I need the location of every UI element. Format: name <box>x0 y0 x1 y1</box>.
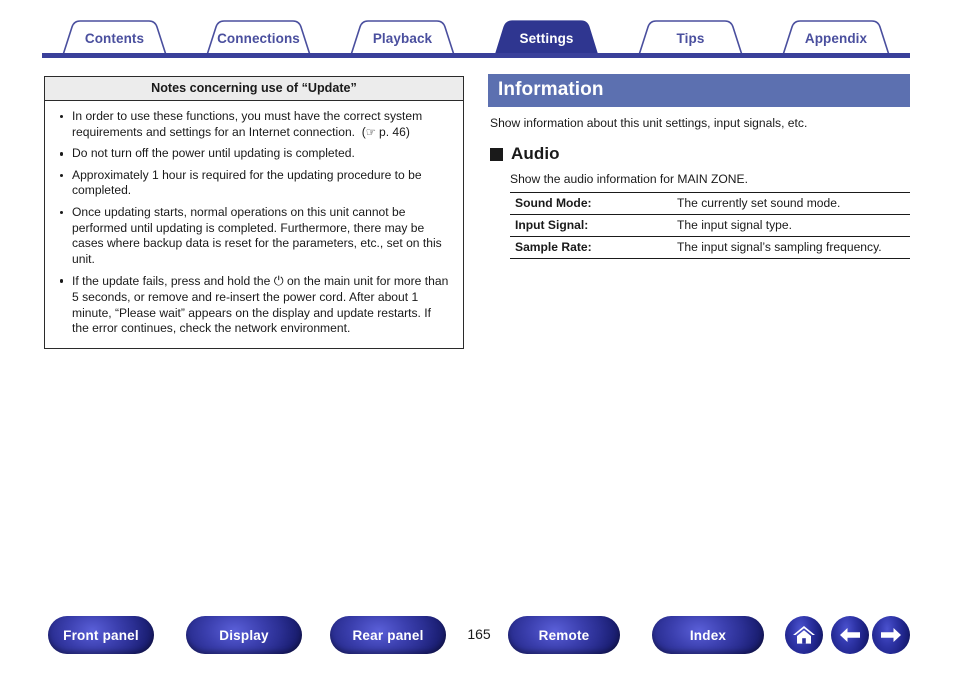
back-button[interactable] <box>831 616 869 654</box>
tab-tips[interactable]: Tips <box>618 20 763 56</box>
audio-subsection-title: Audio <box>511 144 560 163</box>
rear-panel-button[interactable]: Rear panel <box>330 616 446 654</box>
page-ref-label: p. 46 <box>378 124 406 139</box>
page-number: 165 <box>467 626 491 642</box>
home-icon <box>793 626 815 644</box>
index-button[interactable]: Index <box>652 616 764 654</box>
list-item: Once updating starts, normal operations … <box>57 205 451 267</box>
note-text: Do not turn off the power until updating… <box>72 146 355 161</box>
tab-settings[interactable]: Settings <box>474 20 619 56</box>
notes-box-header: Notes concerning use of “Update” <box>45 77 463 101</box>
pointing-hand-icon: ☞ <box>365 124 376 139</box>
tab-label: Playback <box>372 30 433 46</box>
tab-label: Tips <box>676 30 705 46</box>
audio-info-table: Sound Mode: The currently set sound mode… <box>510 192 910 259</box>
page-reference-link[interactable]: ☞ p. 46 <box>366 125 406 139</box>
audio-subsection-header: Audio <box>490 144 910 164</box>
front-panel-button[interactable]: Front panel <box>48 616 154 654</box>
button-label: Front panel <box>63 627 139 643</box>
table-cell-key: Sample Rate: <box>515 240 592 254</box>
back-arrow-icon <box>840 628 860 642</box>
table-row: Sample Rate: The input signal’s sampling… <box>510 236 910 259</box>
footer-bar: Front panel Display Rear panel 165 Remot… <box>0 616 954 658</box>
note-text-tail: ) <box>405 124 410 139</box>
tab-bar-rule <box>42 53 910 58</box>
notes-list: In order to use these functions, you mus… <box>45 101 463 348</box>
square-bullet-icon <box>490 147 503 161</box>
tab-playback[interactable]: Playback <box>330 20 475 56</box>
forward-arrow-icon <box>881 628 901 642</box>
tab-label: Contents <box>84 30 145 46</box>
note-text: Once updating starts, normal operations … <box>72 204 442 266</box>
power-icon: ⏻ <box>273 273 284 289</box>
notes-box: Notes concerning use of “Update” In orde… <box>44 76 464 349</box>
list-item: Approximately 1 hour is required for the… <box>57 168 451 199</box>
tab-label: Appendix <box>804 30 868 46</box>
forward-button[interactable] <box>872 616 910 654</box>
display-button[interactable]: Display <box>186 616 302 654</box>
table-cell-value: The currently set sound mode. <box>677 196 841 210</box>
button-label: Rear panel <box>352 627 424 643</box>
audio-description: Show the audio information for MAIN ZONE… <box>510 172 748 186</box>
list-item: Do not turn off the power until updating… <box>57 146 451 162</box>
table-cell-value: The input signal’s sampling frequency. <box>677 240 882 254</box>
button-label: Remote <box>538 627 590 643</box>
tab-label: Connections <box>217 30 300 46</box>
page-title: Information <box>488 74 910 107</box>
information-section: Information Show information about this … <box>488 74 910 259</box>
note-text: Approximately 1 hour is required for the… <box>72 167 422 198</box>
tab-label: Settings <box>519 30 574 46</box>
tab-contents[interactable]: Contents <box>42 20 187 56</box>
information-description: Show information about this unit setting… <box>490 116 808 130</box>
list-item: In order to use these functions, you mus… <box>57 109 451 140</box>
tab-appendix[interactable]: Appendix <box>762 20 910 56</box>
tab-connections[interactable]: Connections <box>186 20 331 56</box>
table-cell-value: The input signal type. <box>677 218 792 232</box>
list-item: If the update fails, press and hold the … <box>57 273 451 336</box>
button-label: Index <box>689 627 727 643</box>
note-text: If the update fails, press and hold the <box>72 274 274 289</box>
table-cell-key: Input Signal: <box>515 218 589 232</box>
table-row: Sound Mode: The currently set sound mode… <box>510 192 910 215</box>
remote-button[interactable]: Remote <box>508 616 620 654</box>
button-label: Display <box>219 627 269 643</box>
table-cell-key: Sound Mode: <box>515 196 592 210</box>
home-button[interactable] <box>785 616 823 654</box>
tab-bar: Contents Connections Playback Settings T… <box>0 0 954 66</box>
table-row: Input Signal: The input signal type. <box>510 214 910 237</box>
